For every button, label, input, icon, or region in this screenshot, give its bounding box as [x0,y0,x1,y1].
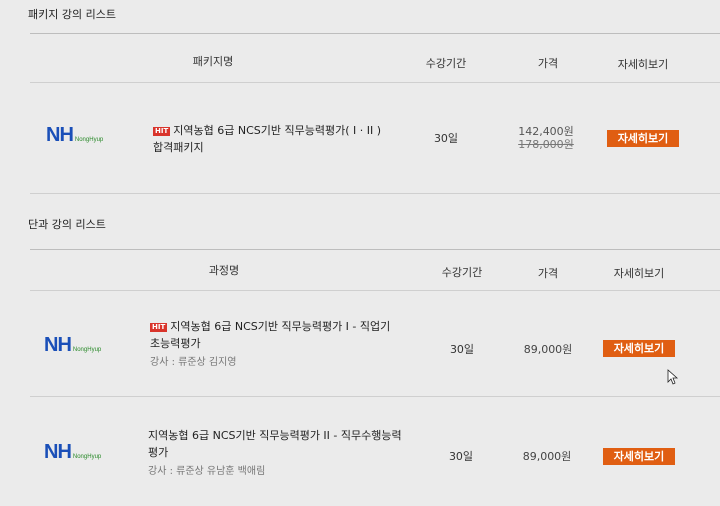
nh-logo: NH NongHyup [44,441,102,463]
instructor: 강사 : 류준상 김지영 [150,357,237,368]
price-block: 142,400원 178,000원 [518,125,574,151]
divider [30,396,720,397]
nh-logo: NH NongHyup [44,334,102,356]
divider [30,290,720,291]
single-section-title: 단과 강의 리스트 [28,218,106,231]
divider [30,33,720,34]
nh-logo: NH NongHyup [46,124,104,146]
instructor: 강사 : 류준상 유남훈 백애림 [148,466,266,477]
mouse-cursor-icon [667,369,679,385]
price-value: 89,000원 [523,343,573,356]
sale-price: 142,400원 [518,125,574,138]
header-price: 가격 [537,267,559,280]
detail-button[interactable]: 자세히보기 [603,448,675,465]
header-package-name: 패키지명 [192,55,234,68]
course-title[interactable]: 지역농협 6급 NCS기반 직무능력평가 II - 직무수행능력 평가 강사 :… [148,427,402,480]
hit-badge: HIT [153,127,171,136]
header-course-name: 과정명 [208,264,240,277]
header-period: 수강기간 [441,266,483,279]
header-detail: 자세히보기 [613,267,665,280]
divider [30,193,720,194]
course-title[interactable]: HIT 지역농협 6급 NCS기반 직무능력평가 Ⅰ - 직업기 초능력평가 강사… [150,318,390,371]
course-title[interactable]: HIT 지역농협 6급 NCS기반 직무능력평가( I · II ) 합격패키지 [153,122,381,156]
price-value: 89,000원 [522,450,572,463]
original-price: 178,000원 [518,138,574,151]
detail-button[interactable]: 자세히보기 [603,340,675,357]
detail-button[interactable]: 자세히보기 [607,130,679,147]
divider [30,82,720,83]
period-value: 30일 [448,450,474,463]
hit-badge: HIT [150,323,168,332]
header-period: 수강기간 [425,57,467,70]
header-detail: 자세히보기 [617,58,669,71]
period-value: 30일 [449,343,475,356]
package-section-title: 패키지 강의 리스트 [28,8,116,21]
header-price: 가격 [537,57,559,70]
divider [30,249,720,250]
period-value: 30일 [433,132,459,145]
